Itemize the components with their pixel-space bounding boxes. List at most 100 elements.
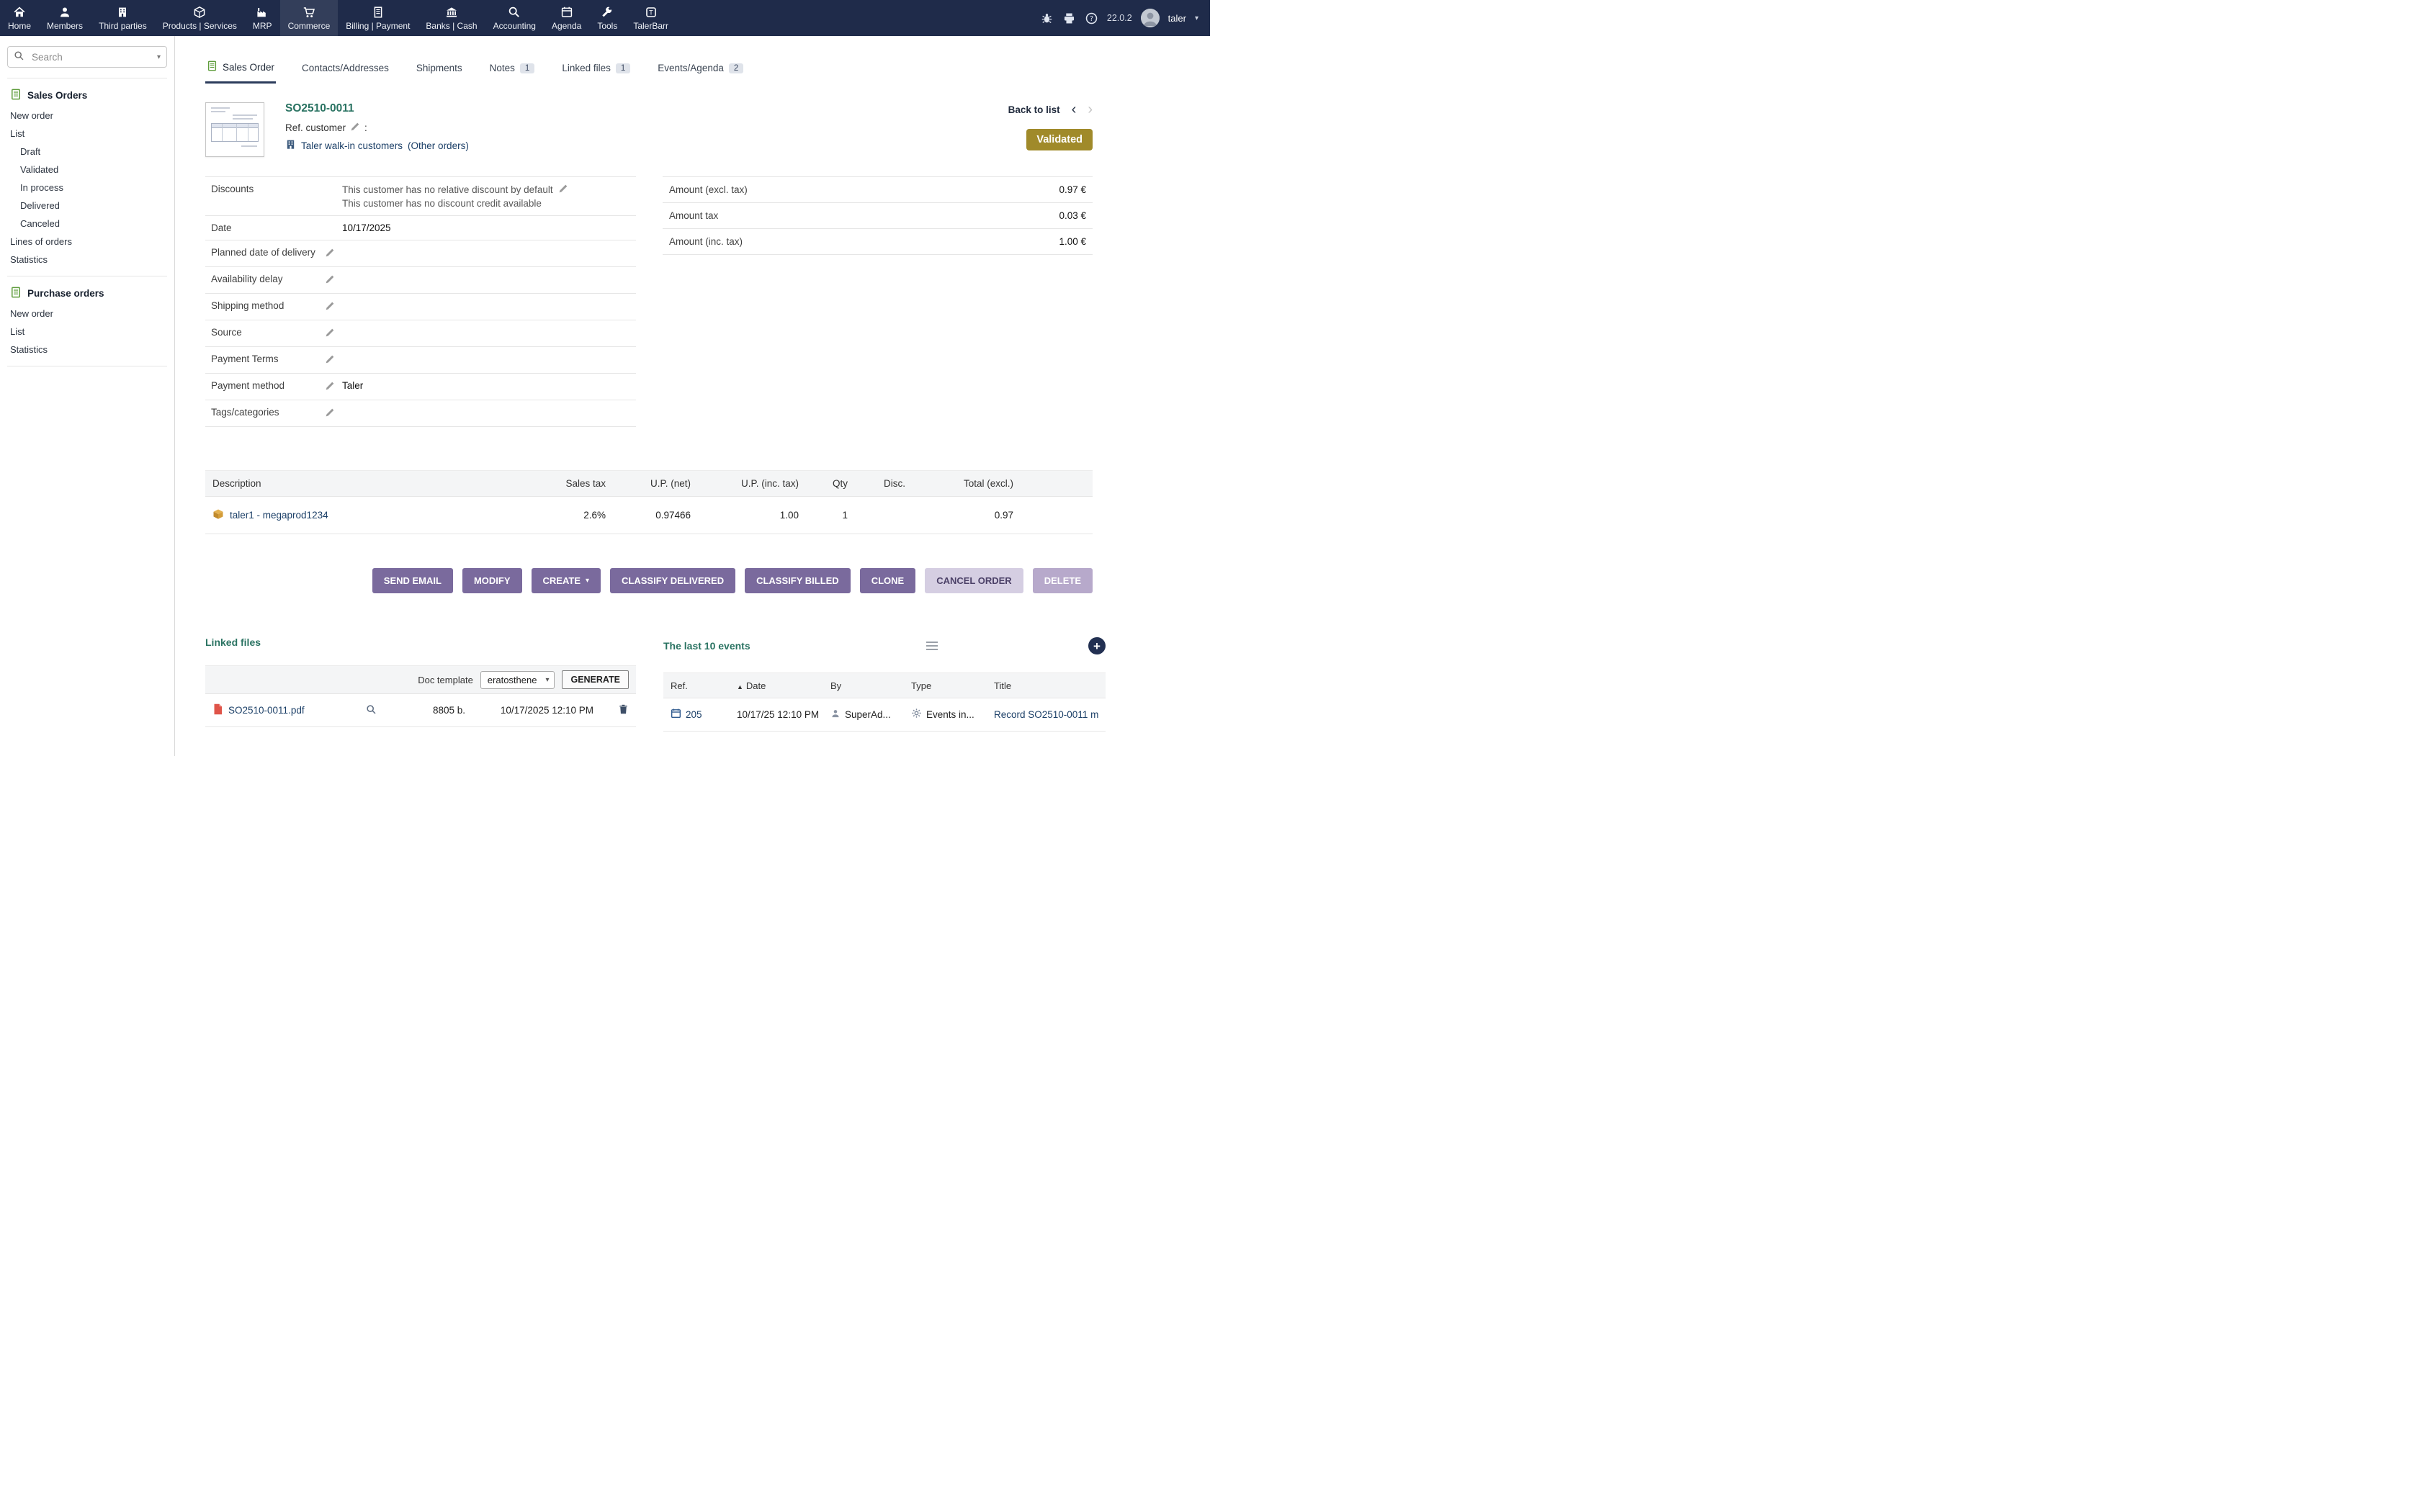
- third-parties-icon: [116, 6, 129, 19]
- add-event-button[interactable]: +: [1088, 637, 1106, 654]
- doc-template-select[interactable]: eratosthene ▾: [480, 671, 555, 689]
- username-label[interactable]: taler: [1168, 13, 1186, 24]
- sidebar-item-delivered[interactable]: Delivered: [0, 197, 174, 215]
- sidebar-item-in-process[interactable]: In process: [0, 179, 174, 197]
- chevron-down-icon[interactable]: ▾: [1195, 14, 1198, 22]
- sidebar-item-draft[interactable]: Draft: [0, 143, 174, 161]
- cancel-order-button[interactable]: CANCEL ORDER: [925, 568, 1023, 593]
- topnav-item-banks-cash[interactable]: Banks | Cash: [418, 0, 485, 36]
- topnav-item-accounting[interactable]: Accounting: [485, 0, 544, 36]
- sidebar-item-new-order[interactable]: New order: [0, 107, 174, 125]
- help-icon[interactable]: ?: [1085, 12, 1098, 25]
- calendar-icon: [671, 708, 681, 721]
- file-date: 10/17/2025 12:10 PM: [471, 705, 593, 716]
- tab-sales-order[interactable]: Sales Order: [205, 55, 276, 84]
- topnav-item-tools[interactable]: Tools: [589, 0, 625, 36]
- col-up-net: U.P. (net): [613, 471, 698, 497]
- document-thumbnail[interactable]: [205, 102, 264, 157]
- topnav-label: Agenda: [552, 21, 581, 31]
- sales-orders-icon: [10, 89, 22, 102]
- main-content: Sales Order Contacts/Addresses Shipments…: [175, 55, 1106, 732]
- send-email-button[interactable]: SEND EMAIL: [372, 568, 453, 593]
- chevron-down-icon[interactable]: ▾: [157, 53, 161, 61]
- chevron-right-icon[interactable]: ›: [1088, 102, 1093, 117]
- tab-bar: Sales Order Contacts/Addresses Shipments…: [205, 55, 1106, 84]
- line-qty: 1: [806, 497, 855, 534]
- sidebar-item-canceled[interactable]: Canceled: [0, 215, 174, 233]
- col-by[interactable]: By: [830, 680, 911, 691]
- file-size: 8805 b.: [382, 705, 465, 716]
- amounts-table: Amount (excl. tax) 0.97 € Amount tax 0.0…: [663, 176, 1093, 255]
- line-up-net: 0.97466: [613, 497, 698, 534]
- edit-pencil-icon[interactable]: [325, 382, 335, 393]
- topnav-item-billing-payment[interactable]: Billing | Payment: [338, 0, 418, 36]
- sidebar-item-list[interactable]: List: [0, 125, 174, 143]
- back-to-list-link[interactable]: Back to list: [1008, 104, 1060, 115]
- tab-notes[interactable]: Notes1: [488, 55, 537, 84]
- file-link[interactable]: SO2510-0011.pdf: [228, 705, 305, 716]
- topnav-item-members[interactable]: Members: [39, 0, 91, 36]
- print-icon[interactable]: [1062, 12, 1076, 25]
- sidebar-item-po-list[interactable]: List: [0, 323, 174, 341]
- tab-events-agenda[interactable]: Events/Agenda2: [656, 55, 745, 84]
- commerce-icon: [302, 6, 315, 19]
- tab-contacts-addresses[interactable]: Contacts/Addresses: [300, 55, 390, 84]
- edit-pencil-icon[interactable]: [325, 356, 335, 366]
- sidebar-search[interactable]: ▾: [7, 46, 167, 68]
- col-date[interactable]: ▲Date: [737, 680, 830, 691]
- col-title[interactable]: Title: [994, 680, 1098, 691]
- col-ref[interactable]: Ref.: [671, 680, 737, 691]
- menu-hamburger-icon[interactable]: [923, 636, 941, 655]
- event-by: SuperAd...: [845, 709, 891, 720]
- topnav-label: Billing | Payment: [346, 21, 410, 31]
- linked-files-title: Linked files: [205, 636, 636, 648]
- sidebar-section-title: Sales Orders: [27, 90, 87, 101]
- sidebar-item-lines-of-orders[interactable]: Lines of orders: [0, 233, 174, 251]
- topnav-item-agenda[interactable]: Agenda: [544, 0, 589, 36]
- tab-shipments[interactable]: Shipments: [415, 55, 464, 84]
- topnav-item-products-services[interactable]: Products | Services: [155, 0, 245, 36]
- sidebar-item-statistics[interactable]: Statistics: [0, 251, 174, 269]
- create-button[interactable]: CREATE▾: [532, 568, 601, 593]
- tab-linked-files[interactable]: Linked files1: [560, 55, 632, 84]
- col-type[interactable]: Type: [911, 680, 994, 691]
- topnav-label: Third parties: [99, 21, 147, 31]
- user-avatar[interactable]: [1141, 9, 1160, 27]
- sidebar-item-po-new-order[interactable]: New order: [0, 305, 174, 323]
- topnav-item-commerce[interactable]: Commerce: [280, 0, 339, 36]
- chevron-left-icon[interactable]: ‹: [1072, 102, 1077, 117]
- topnav-item-talerbarr[interactable]: T TalerBarr: [625, 0, 676, 36]
- topnav-item-home[interactable]: Home: [0, 0, 39, 36]
- preview-icon[interactable]: [366, 704, 377, 717]
- edit-pencil-icon[interactable]: [325, 276, 335, 287]
- bug-icon[interactable]: [1040, 12, 1054, 25]
- sidebar-item-validated[interactable]: Validated: [0, 161, 174, 179]
- events-section: The last 10 events + Ref. ▲Date By Type …: [663, 636, 1106, 732]
- modify-button[interactable]: MODIFY: [462, 568, 522, 593]
- edit-pencil-icon[interactable]: [325, 302, 335, 313]
- topnav-label: Commerce: [288, 21, 331, 31]
- generate-button[interactable]: GENERATE: [562, 670, 629, 689]
- edit-pencil-icon[interactable]: [325, 249, 335, 260]
- edit-pencil-icon[interactable]: [350, 122, 360, 134]
- search-input[interactable]: [30, 51, 151, 63]
- event-title-link[interactable]: Record SO2510-0011 modifi...: [994, 709, 1098, 720]
- classify-billed-button[interactable]: CLASSIFY BILLED: [745, 568, 851, 593]
- topnav-item-third-parties[interactable]: Third parties: [91, 0, 155, 36]
- event-ref-link[interactable]: 205: [686, 709, 702, 720]
- customer-link[interactable]: Taler walk-in customers: [301, 140, 403, 151]
- sidebar-item-po-statistics[interactable]: Statistics: [0, 341, 174, 359]
- delete-button[interactable]: DELETE: [1033, 568, 1093, 593]
- product-link[interactable]: taler1 - megaprod1234: [230, 510, 328, 521]
- clone-button[interactable]: CLONE: [860, 568, 916, 593]
- trash-icon[interactable]: [618, 703, 629, 717]
- line-up-inc: 1.00: [698, 497, 806, 534]
- amount-label: Amount (excl. tax): [669, 184, 748, 195]
- topnav-item-mrp[interactable]: MRP: [245, 0, 280, 36]
- chevron-down-icon: ▾: [545, 676, 549, 684]
- classify-delivered-button[interactable]: CLASSIFY DELIVERED: [610, 568, 735, 593]
- edit-pencil-icon[interactable]: [325, 409, 335, 420]
- edit-pencil-icon[interactable]: [558, 184, 568, 196]
- customer-other-orders-link[interactable]: (Other orders): [408, 140, 469, 151]
- edit-pencil-icon[interactable]: [325, 329, 335, 340]
